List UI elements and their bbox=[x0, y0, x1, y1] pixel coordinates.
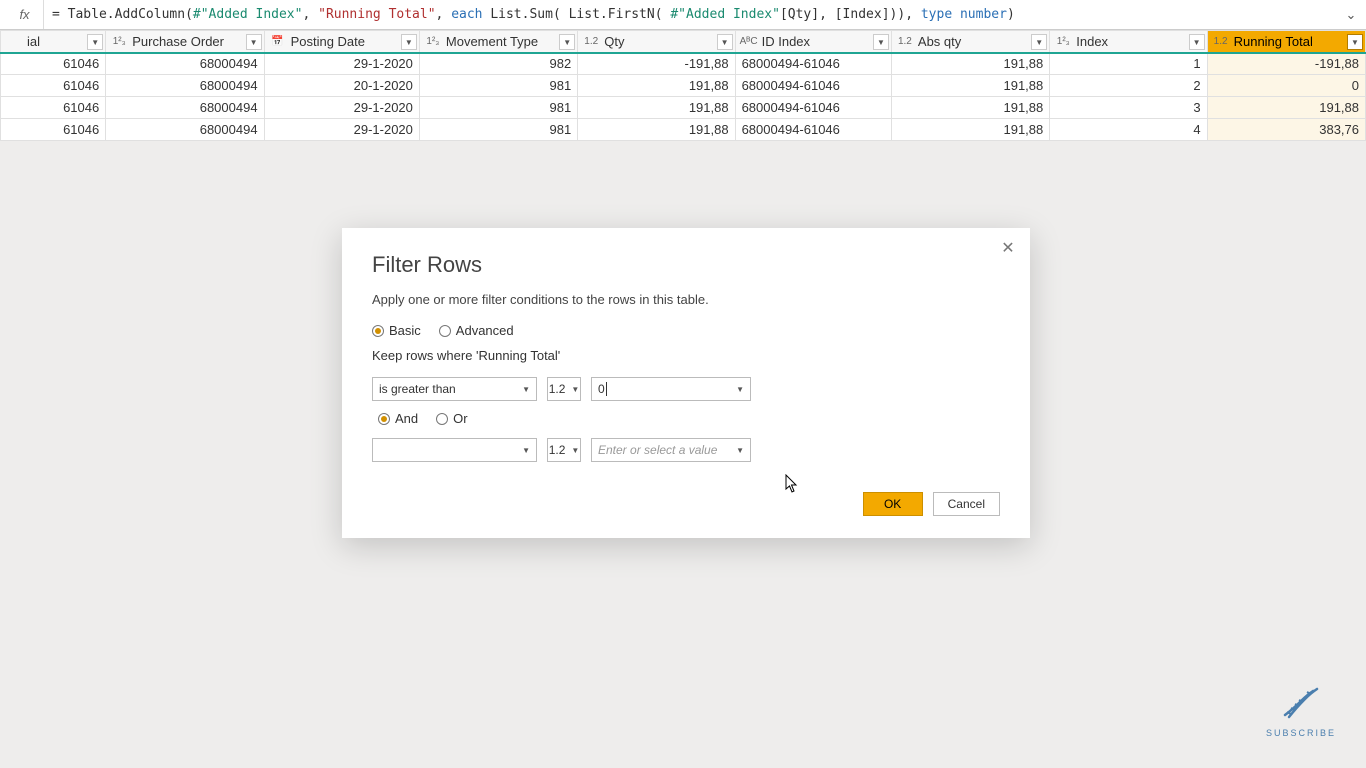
col-posting-date[interactable]: 📅Posting Date ▼ bbox=[264, 31, 419, 53]
cell[interactable]: 68000494-61046 bbox=[735, 119, 891, 141]
col-running-total[interactable]: 1.2Running Total ▼ bbox=[1207, 31, 1365, 53]
type-select-1[interactable]: 1.2▼ bbox=[547, 377, 581, 401]
filter-dropdown-icon[interactable]: ▼ bbox=[401, 34, 417, 50]
cell[interactable]: 29-1-2020 bbox=[264, 97, 419, 119]
filter-dropdown-icon[interactable]: ▼ bbox=[1031, 34, 1047, 50]
keep-rows-label: Keep rows where 'Running Total' bbox=[372, 348, 1000, 363]
table-row[interactable]: 610466800049429-1-2020981191,8868000494-… bbox=[1, 97, 1366, 119]
type-select-2[interactable]: 1.2▼ bbox=[547, 438, 581, 462]
and-radio[interactable]: And bbox=[378, 411, 418, 426]
close-icon[interactable]: ✕ bbox=[994, 234, 1022, 262]
col-abs-qty[interactable]: 1.2Abs qty ▼ bbox=[891, 31, 1049, 53]
table-row[interactable]: 610466800049429-1-2020981191,8868000494-… bbox=[1, 119, 1366, 141]
cell[interactable]: 3 bbox=[1050, 97, 1207, 119]
and-or-row: And Or bbox=[378, 411, 1000, 426]
cell[interactable]: 68000494 bbox=[106, 75, 264, 97]
cell[interactable]: 191,88 bbox=[891, 119, 1049, 141]
cell[interactable]: 383,76 bbox=[1207, 119, 1365, 141]
filter-condition-1: is greater than▼ 1.2▼ 0 ▼ bbox=[372, 377, 1000, 401]
cell[interactable]: 981 bbox=[419, 97, 577, 119]
cell[interactable]: 0 bbox=[1207, 75, 1365, 97]
col-movement-type[interactable]: 1²₃Movement Type ▼ bbox=[419, 31, 577, 53]
operator-select-1[interactable]: is greater than▼ bbox=[372, 377, 537, 401]
cell[interactable]: 68000494 bbox=[106, 119, 264, 141]
value-input-1[interactable]: 0 ▼ bbox=[591, 377, 751, 401]
operator-select-2[interactable]: ▼ bbox=[372, 438, 537, 462]
cell[interactable]: 68000494 bbox=[106, 97, 264, 119]
dna-icon bbox=[1266, 687, 1336, 726]
filter-dropdown-icon[interactable]: ▼ bbox=[87, 34, 103, 50]
formula-expand-icon[interactable]: ⌄ bbox=[1342, 7, 1360, 23]
cell[interactable]: 191,88 bbox=[891, 75, 1049, 97]
data-grid: ial ▼ 1²₃Purchase Order ▼ 📅Posting Date … bbox=[0, 30, 1366, 141]
table-row[interactable]: 610466800049429-1-2020982-191,8868000494… bbox=[1, 53, 1366, 75]
filter-rows-dialog: ✕ Filter Rows Apply one or more filter c… bbox=[342, 228, 1030, 538]
cell[interactable]: 191,88 bbox=[1207, 97, 1365, 119]
formula-text[interactable]: = Table.AddColumn(#"Added Index", "Runni… bbox=[52, 7, 1334, 22]
cell[interactable]: 20-1-2020 bbox=[264, 75, 419, 97]
col-id-index[interactable]: AᴮCID Index ▼ bbox=[735, 31, 891, 53]
cell[interactable]: 191,88 bbox=[578, 97, 735, 119]
cell[interactable]: 68000494-61046 bbox=[735, 75, 891, 97]
cell[interactable]: 191,88 bbox=[891, 53, 1049, 75]
cell[interactable]: -191,88 bbox=[1207, 53, 1365, 75]
cell[interactable]: 4 bbox=[1050, 119, 1207, 141]
cell[interactable]: 68000494-61046 bbox=[735, 53, 891, 75]
cell[interactable]: 61046 bbox=[1, 53, 106, 75]
cell[interactable]: 29-1-2020 bbox=[264, 53, 419, 75]
cell[interactable]: 1 bbox=[1050, 53, 1207, 75]
cancel-button[interactable]: Cancel bbox=[933, 492, 1000, 516]
cell[interactable]: -191,88 bbox=[578, 53, 735, 75]
radio-icon bbox=[439, 325, 451, 337]
cell[interactable]: 191,88 bbox=[578, 75, 735, 97]
advanced-radio[interactable]: Advanced bbox=[439, 323, 514, 338]
cell[interactable]: 68000494-61046 bbox=[735, 97, 891, 119]
radio-icon bbox=[378, 413, 390, 425]
filter-condition-2: ▼ 1.2▼ Enter or select a value ▼ bbox=[372, 438, 1000, 462]
cell[interactable]: 982 bbox=[419, 53, 577, 75]
radio-icon bbox=[372, 325, 384, 337]
subscribe-badge: SUBSCRIBE bbox=[1266, 687, 1336, 738]
cell[interactable]: 981 bbox=[419, 119, 577, 141]
cell[interactable]: 61046 bbox=[1, 119, 106, 141]
radio-icon bbox=[436, 413, 448, 425]
table-row[interactable]: 610466800049420-1-2020981191,8868000494-… bbox=[1, 75, 1366, 97]
or-radio[interactable]: Or bbox=[436, 411, 467, 426]
filter-dropdown-icon[interactable]: ▼ bbox=[559, 34, 575, 50]
dialog-title: Filter Rows bbox=[372, 252, 1000, 278]
cell[interactable]: 191,88 bbox=[891, 97, 1049, 119]
fx-icon: fx bbox=[6, 0, 44, 29]
col-purchase-order[interactable]: 1²₃Purchase Order ▼ bbox=[106, 31, 264, 53]
cell[interactable]: 68000494 bbox=[106, 53, 264, 75]
col-index[interactable]: 1²₃Index ▼ bbox=[1050, 31, 1207, 53]
cell[interactable]: 191,88 bbox=[578, 119, 735, 141]
cell[interactable]: 29-1-2020 bbox=[264, 119, 419, 141]
cell[interactable]: 61046 bbox=[1, 75, 106, 97]
filter-dropdown-icon[interactable]: ▼ bbox=[873, 34, 889, 50]
basic-radio[interactable]: Basic bbox=[372, 323, 421, 338]
cell[interactable]: 61046 bbox=[1, 97, 106, 119]
mode-radio-row: Basic Advanced bbox=[372, 323, 1000, 338]
cell[interactable]: 981 bbox=[419, 75, 577, 97]
subscribe-label: SUBSCRIBE bbox=[1266, 728, 1336, 738]
dialog-subtitle: Apply one or more filter conditions to t… bbox=[372, 292, 1000, 307]
filter-dropdown-icon[interactable]: ▼ bbox=[246, 34, 262, 50]
filter-dropdown-icon[interactable]: ▼ bbox=[717, 34, 733, 50]
filter-dropdown-icon[interactable]: ▼ bbox=[1189, 34, 1205, 50]
formula-bar: fx = Table.AddColumn(#"Added Index", "Ru… bbox=[0, 0, 1366, 30]
dialog-buttons: OK Cancel bbox=[372, 492, 1000, 516]
cell[interactable]: 2 bbox=[1050, 75, 1207, 97]
col-ial[interactable]: ial ▼ bbox=[1, 31, 106, 53]
value-input-2[interactable]: Enter or select a value ▼ bbox=[591, 438, 751, 462]
col-qty[interactable]: 1.2Qty ▼ bbox=[578, 31, 735, 53]
ok-button[interactable]: OK bbox=[863, 492, 923, 516]
header-row: ial ▼ 1²₃Purchase Order ▼ 📅Posting Date … bbox=[1, 31, 1366, 53]
filter-dropdown-icon[interactable]: ▼ bbox=[1347, 34, 1363, 50]
